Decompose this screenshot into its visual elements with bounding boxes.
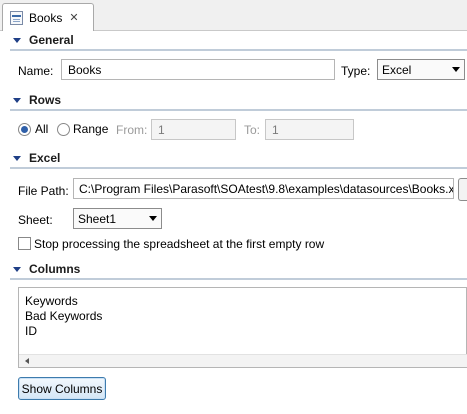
section-rows-header[interactable]: Rows [10, 91, 467, 109]
collapse-triangle-icon [13, 37, 21, 43]
horizontal-scrollbar[interactable] [19, 354, 467, 367]
sheet-select-value: Sheet1 [78, 211, 117, 226]
from-field[interactable]: 1 [151, 119, 236, 140]
section-separator [10, 278, 467, 280]
section-title: General [29, 33, 74, 47]
tab-books[interactable]: Books ✕ [2, 3, 94, 31]
name-field[interactable]: Books [61, 59, 335, 80]
to-field[interactable]: 1 [265, 119, 354, 140]
section-excel-header[interactable]: Excel [10, 149, 467, 167]
section-title: Excel [29, 151, 61, 165]
show-columns-button[interactable]: Show Columns [18, 377, 106, 400]
to-label: To: [244, 123, 261, 137]
list-item[interactable]: Bad Keywords [25, 309, 102, 323]
scroll-left-arrow-icon[interactable] [25, 358, 29, 364]
stop-processing-checkbox[interactable] [18, 237, 31, 250]
name-label: Name: [18, 64, 54, 78]
close-icon[interactable]: ✕ [69, 11, 78, 24]
sheet-label: Sheet: [18, 213, 53, 227]
chevron-down-icon [452, 67, 460, 72]
stop-processing-label[interactable]: Stop processing the spreadsheet at the f… [34, 237, 324, 251]
section-separator [10, 109, 467, 111]
file-path-field[interactable]: C:\Program Files\Parasoft\SOAtest\9.8\ex… [73, 178, 454, 199]
chevron-down-icon [149, 216, 157, 221]
section-title: Columns [29, 262, 81, 276]
radio-all[interactable] [18, 123, 31, 136]
file-path-label: File Path: [18, 184, 69, 198]
radio-range-label[interactable]: Range [73, 122, 108, 136]
collapse-triangle-icon [13, 155, 21, 161]
radio-range[interactable] [57, 123, 70, 136]
type-select-value: Excel [382, 62, 412, 77]
section-columns-header[interactable]: Columns [10, 260, 467, 278]
section-general-header[interactable]: General [10, 31, 467, 49]
collapse-triangle-icon [13, 97, 21, 103]
from-label: From: [116, 123, 148, 137]
type-label: Type: [341, 64, 371, 78]
section-separator [10, 49, 467, 51]
list-item[interactable]: Keywords [25, 294, 78, 308]
radio-all-label[interactable]: All [35, 122, 48, 136]
section-title: Rows [29, 93, 62, 107]
browse-button[interactable] [458, 178, 467, 201]
sheet-select[interactable]: Sheet1 [73, 208, 162, 229]
tab-label: Books [29, 10, 63, 25]
collapse-triangle-icon [13, 266, 21, 272]
type-select[interactable]: Excel [377, 59, 465, 80]
datasource-icon [10, 10, 23, 25]
section-separator [10, 167, 467, 169]
list-item[interactable]: ID [25, 324, 37, 338]
